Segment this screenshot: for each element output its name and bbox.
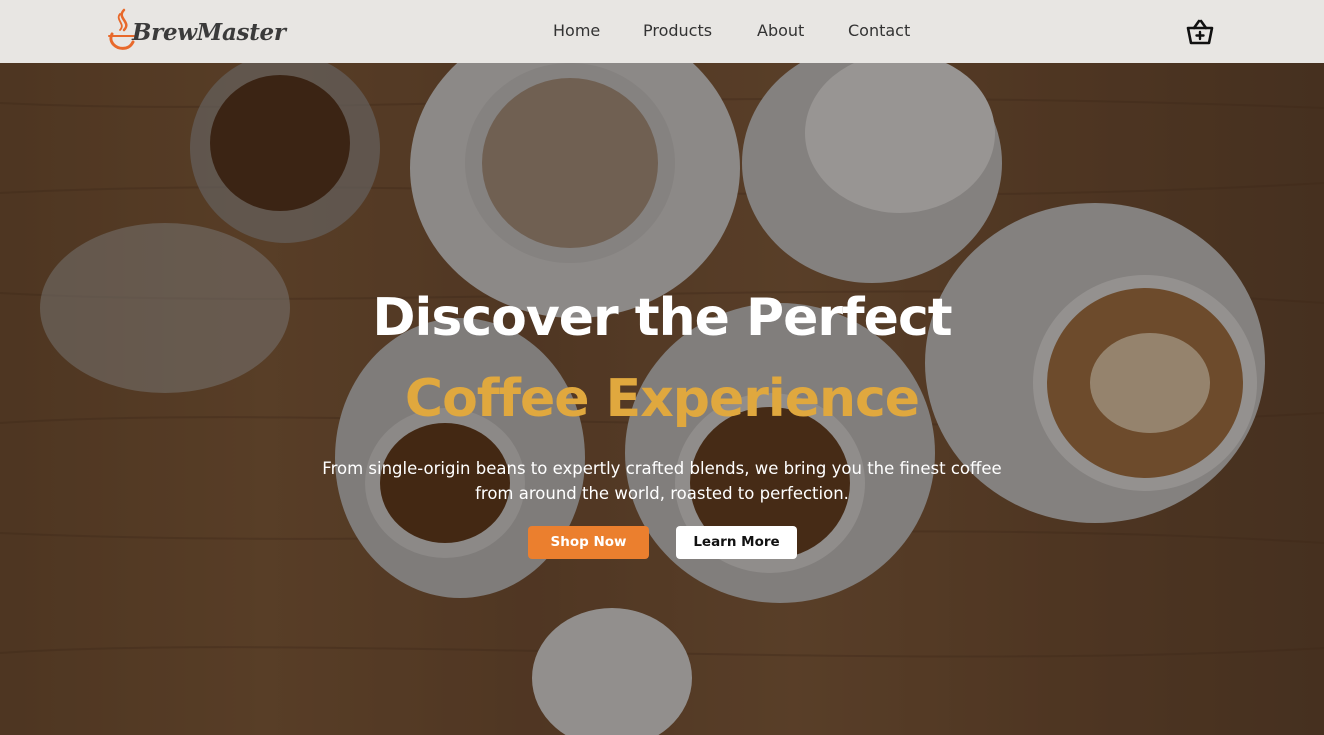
shop-now-button[interactable]: Shop Now [528, 526, 649, 559]
nav-about[interactable]: About [757, 21, 804, 40]
main-nav: Home Products About Contact [0, 21, 1324, 45]
learn-more-button[interactable]: Learn More [676, 526, 797, 559]
site-header: BrewMaster Home Products About Contact [0, 0, 1324, 63]
hero-subtitle: From single-origin beans to expertly cra… [322, 459, 1002, 503]
hero-title-line1: Discover the Perfect [372, 288, 952, 348]
nav-products[interactable]: Products [643, 21, 712, 40]
shopping-basket-icon[interactable] [1185, 17, 1215, 47]
hero-section: Discover the Perfect Coffee Experience F… [0, 63, 1324, 735]
nav-home[interactable]: Home [553, 21, 600, 40]
hero-title-line2: Coffee Experience [404, 369, 920, 429]
nav-contact[interactable]: Contact [848, 21, 910, 40]
